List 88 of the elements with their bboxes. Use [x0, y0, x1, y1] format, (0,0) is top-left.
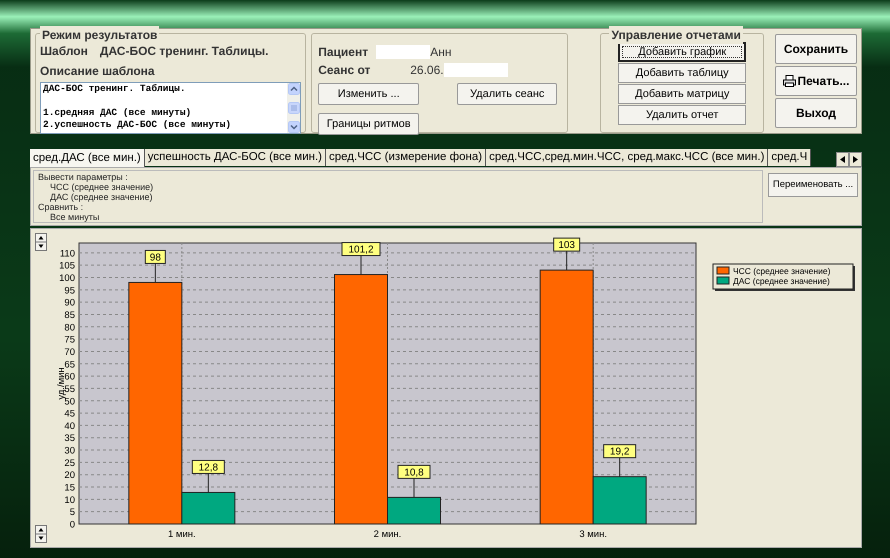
scrollbar[interactable] — [287, 83, 300, 133]
info-line: ЧСС (среднее значение) — [50, 182, 154, 192]
template-label: Шаблон — [40, 43, 88, 60]
group-title: Управление отчетами — [609, 26, 743, 44]
y-tick-label: 110 — [60, 248, 75, 260]
y-tick-label: 15 — [64, 482, 75, 494]
patient-name: Анн — [430, 44, 452, 61]
y-tick-label: 100 — [59, 273, 75, 284]
data-label: 103 — [553, 238, 580, 252]
y-tick-label: 80 — [64, 322, 75, 334]
report-action-button[interactable]: Удалить отчет — [618, 105, 746, 125]
y-tick-label: 85 — [64, 310, 75, 321]
legend-label: ЧСС (среднее значение) — [733, 266, 831, 276]
printer-icon — [782, 75, 796, 87]
report-tab[interactable]: сред.ЧСС (измерение фона) — [326, 149, 486, 166]
delete-session-button[interactable]: Удалить сеанс — [457, 83, 558, 105]
y-tick-label: 90 — [64, 298, 75, 309]
y-tick-label: 45 — [64, 408, 75, 420]
action-button[interactable]: Выход — [775, 98, 857, 128]
scroll-thumb-icon[interactable] — [288, 102, 300, 114]
description-line: ДАС-БОС тренинг. Таблицы. — [43, 83, 187, 95]
patient-label: Пациент — [318, 44, 370, 61]
y-tick-label: 75 — [64, 334, 75, 346]
redaction-block — [376, 45, 430, 59]
tab-scroll-left-button[interactable] — [836, 152, 849, 167]
leader-line — [619, 457, 620, 478]
y-tick-label: 0 — [70, 520, 75, 530]
x-tick-label: 2 мин. — [374, 529, 402, 540]
leader-line — [208, 472, 209, 493]
y-tick-label: 40 — [64, 420, 75, 432]
y-tick-label: 10 — [64, 494, 75, 506]
rhythm-bounds-button[interactable]: Границы ритмов — [318, 113, 420, 135]
data-label: 101,2 — [342, 242, 380, 256]
report-action-button[interactable]: Добавить матрицу — [618, 84, 746, 104]
y-tick-label: 50 — [64, 396, 75, 408]
y-tick-label: 25 — [64, 458, 75, 469]
report-tab[interactable]: сред.Ч — [768, 149, 812, 166]
description-text-area[interactable]: ДАС-БОС тренинг. Таблицы. 1.средняя ДАС (все минуты) 2.успешность ДАС-БОС (все минуты) — [40, 82, 302, 134]
group-title: Режим результатов — [40, 26, 160, 44]
rename-button[interactable]: Переименовать ... — [768, 173, 858, 198]
data-label: 19,2 — [603, 444, 636, 458]
description-line: 1.средняя ДАС (все минуты) — [43, 107, 192, 119]
x-tick-label: 1 мин. — [168, 529, 196, 540]
action-button[interactable]: Печать... — [775, 66, 857, 96]
template-name: ДАС-БОС тренинг. Таблицы. — [100, 43, 268, 60]
y-tick-label: 35 — [64, 433, 75, 444]
redaction-block — [444, 63, 508, 77]
left-arrow-icon — [840, 156, 845, 163]
session-date: 26.06. — [410, 62, 444, 79]
report-tab[interactable]: успешность ДАС-БОС (все мин.) — [144, 149, 326, 166]
button-label: Печать... — [798, 73, 850, 90]
info-line: Все минуты — [50, 212, 100, 222]
report-action-button[interactable]: Добавить график — [618, 42, 746, 62]
info-line: Сравнить : — [38, 202, 84, 212]
description-line: 2.успешность ДАС-БОС (все минуты) — [43, 119, 232, 131]
scroll-up-icon[interactable] — [288, 83, 300, 95]
y-axis-label: уд./мин — [56, 367, 67, 400]
y-tick-label: 65 — [64, 359, 75, 370]
y-tick-label: 60 — [64, 372, 75, 383]
scroll-down-icon[interactable] — [288, 121, 300, 133]
y-tick-label: 55 — [64, 384, 75, 395]
leader-line — [566, 250, 568, 271]
leader-line — [154, 262, 156, 283]
data-label: 12,8 — [192, 460, 225, 474]
leader-line — [360, 255, 362, 276]
report-tab[interactable]: сред.ЧСС,сред.мин.ЧСС, сред.макс.ЧСС (все мин.) — [486, 149, 768, 166]
info-line: ДАС (среднее значение) — [50, 192, 153, 202]
y-tick-label: 70 — [64, 346, 75, 358]
report-action-button[interactable]: Добавить таблицу — [618, 63, 746, 83]
tab-scroll-right-button[interactable] — [849, 152, 862, 167]
info-line: Вывести параметры : — [38, 172, 128, 182]
y-tick-label: 5 — [70, 507, 75, 518]
report-tab[interactable]: сред.ДАС (все мин.) — [30, 149, 145, 167]
data-label: 10,8 — [398, 464, 430, 479]
description-label: Описание шаблона — [40, 64, 155, 78]
y-tick-label: 20 — [64, 470, 75, 482]
spin-buttons-icon[interactable] — [35, 233, 47, 251]
right-arrow-icon — [853, 156, 858, 163]
action-button[interactable]: Сохранить — [775, 34, 857, 64]
y-tick-label: 105 — [59, 260, 75, 272]
legend-label: ДАС (среднее значение) — [733, 276, 830, 286]
session-label: Сеанс от — [318, 62, 372, 79]
y-tick-label: 95 — [64, 285, 75, 296]
spin-buttons-icon[interactable] — [35, 525, 47, 543]
y-tick-label: 30 — [64, 446, 75, 457]
x-tick-label: 3 мин. — [579, 529, 607, 540]
edit-button[interactable]: Изменить ... — [318, 83, 420, 105]
data-label: 98 — [144, 250, 166, 264]
